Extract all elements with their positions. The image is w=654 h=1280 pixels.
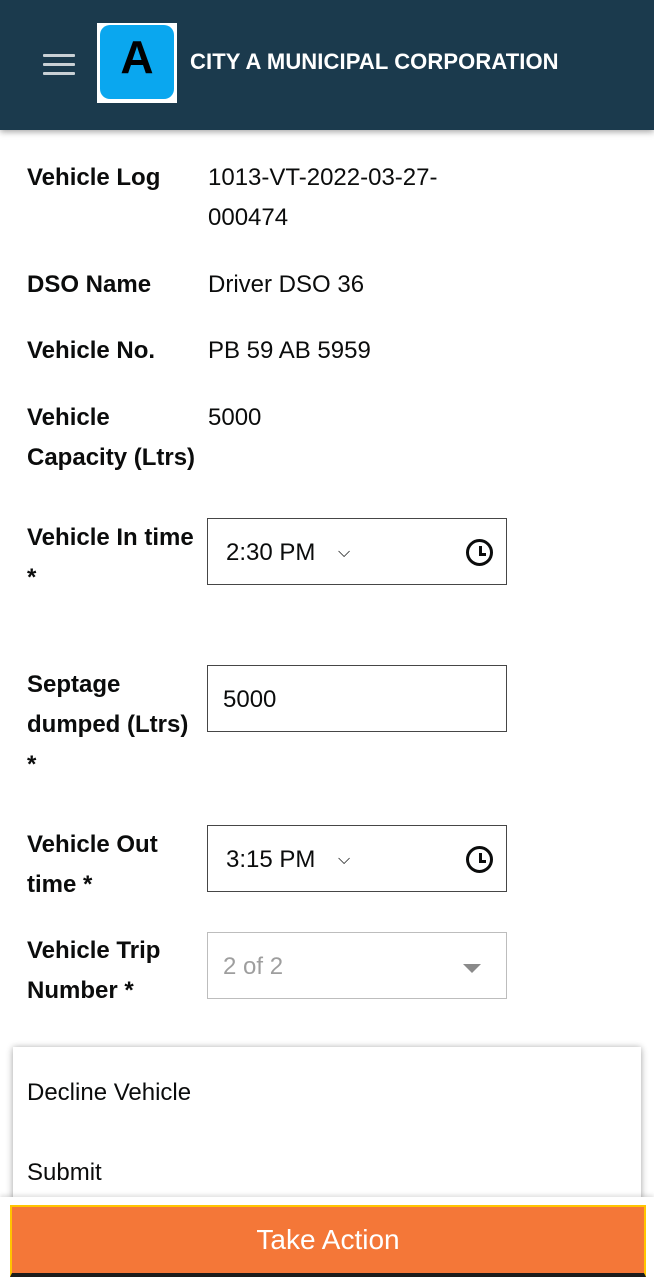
vehicle-capacity-label-line1: Vehicle — [27, 404, 110, 431]
vehicle-in-time-label-line1: Vehicle In time — [27, 524, 194, 551]
septage-dumped-label-line1: Septage — [27, 671, 121, 698]
vehicle-log-value-line1: 1013-VT-2022-03-27- — [208, 164, 438, 191]
septage-dumped-input[interactable]: 5000 — [207, 665, 507, 732]
vehicle-no-label: Vehicle No. — [27, 337, 156, 364]
septage-dumped-value: 5000 — [223, 686, 277, 713]
action-menu: Decline Vehicle Submit — [13, 1047, 641, 1207]
vehicle-log-label: Vehicle Log — [27, 164, 161, 191]
city-logo: A — [97, 23, 177, 103]
menu-item-decline-vehicle[interactable]: Decline Vehicle — [27, 1073, 191, 1113]
vehicle-out-time-label-line1: Vehicle Out — [27, 831, 158, 858]
vehicle-trip-number-label-line1: Vehicle Trip — [27, 937, 161, 964]
menu-item-submit[interactable]: Submit — [27, 1153, 102, 1193]
vehicle-capacity-label-line2: Capacity (Ltrs) — [27, 444, 196, 471]
clock-icon[interactable] — [466, 539, 493, 566]
app-header: A CITY A MUNICIPAL CORPORATION — [0, 0, 654, 130]
vehicle-no-value: PB 59 AB 5959 — [208, 337, 371, 364]
vehicle-in-time-input[interactable]: 2:30 PM ⌵ — [207, 518, 507, 585]
vehicle-trip-number-select[interactable]: 2 of 2 — [207, 932, 507, 999]
take-action-button[interactable]: Take Action — [10, 1205, 646, 1277]
dso-name-value: Driver DSO 36 — [208, 271, 365, 298]
hamburger-menu-icon[interactable] — [43, 54, 75, 76]
dso-name-label: DSO Name — [27, 271, 152, 298]
chevron-down-icon[interactable]: ⌵ — [338, 519, 350, 586]
vehicle-trip-number-value: 2 of 2 — [223, 953, 284, 980]
chevron-down-icon[interactable]: ⌵ — [338, 826, 350, 893]
vehicle-in-time-label-line2: * — [27, 564, 37, 591]
vehicle-in-time-value: 2:30 PM — [226, 539, 316, 566]
septage-dumped-label-line3: * — [27, 751, 37, 778]
city-name: CITY A MUNICIPAL CORPORATION — [190, 49, 559, 74]
vehicle-capacity-value: 5000 — [208, 404, 262, 431]
dropdown-arrow-icon — [463, 964, 481, 973]
vehicle-out-time-label-line2: time * — [27, 871, 93, 898]
vehicle-out-time-input[interactable]: 3:15 PM ⌵ — [207, 825, 507, 892]
vehicle-out-time-value: 3:15 PM — [226, 846, 316, 873]
city-logo-letter: A — [100, 25, 174, 99]
septage-dumped-label-line2: dumped (Ltrs) — [27, 711, 189, 738]
vehicle-trip-number-label-line2: Number * — [27, 977, 134, 1004]
clock-icon[interactable] — [466, 846, 493, 873]
vehicle-log-value-line2: 000474 — [208, 204, 289, 231]
